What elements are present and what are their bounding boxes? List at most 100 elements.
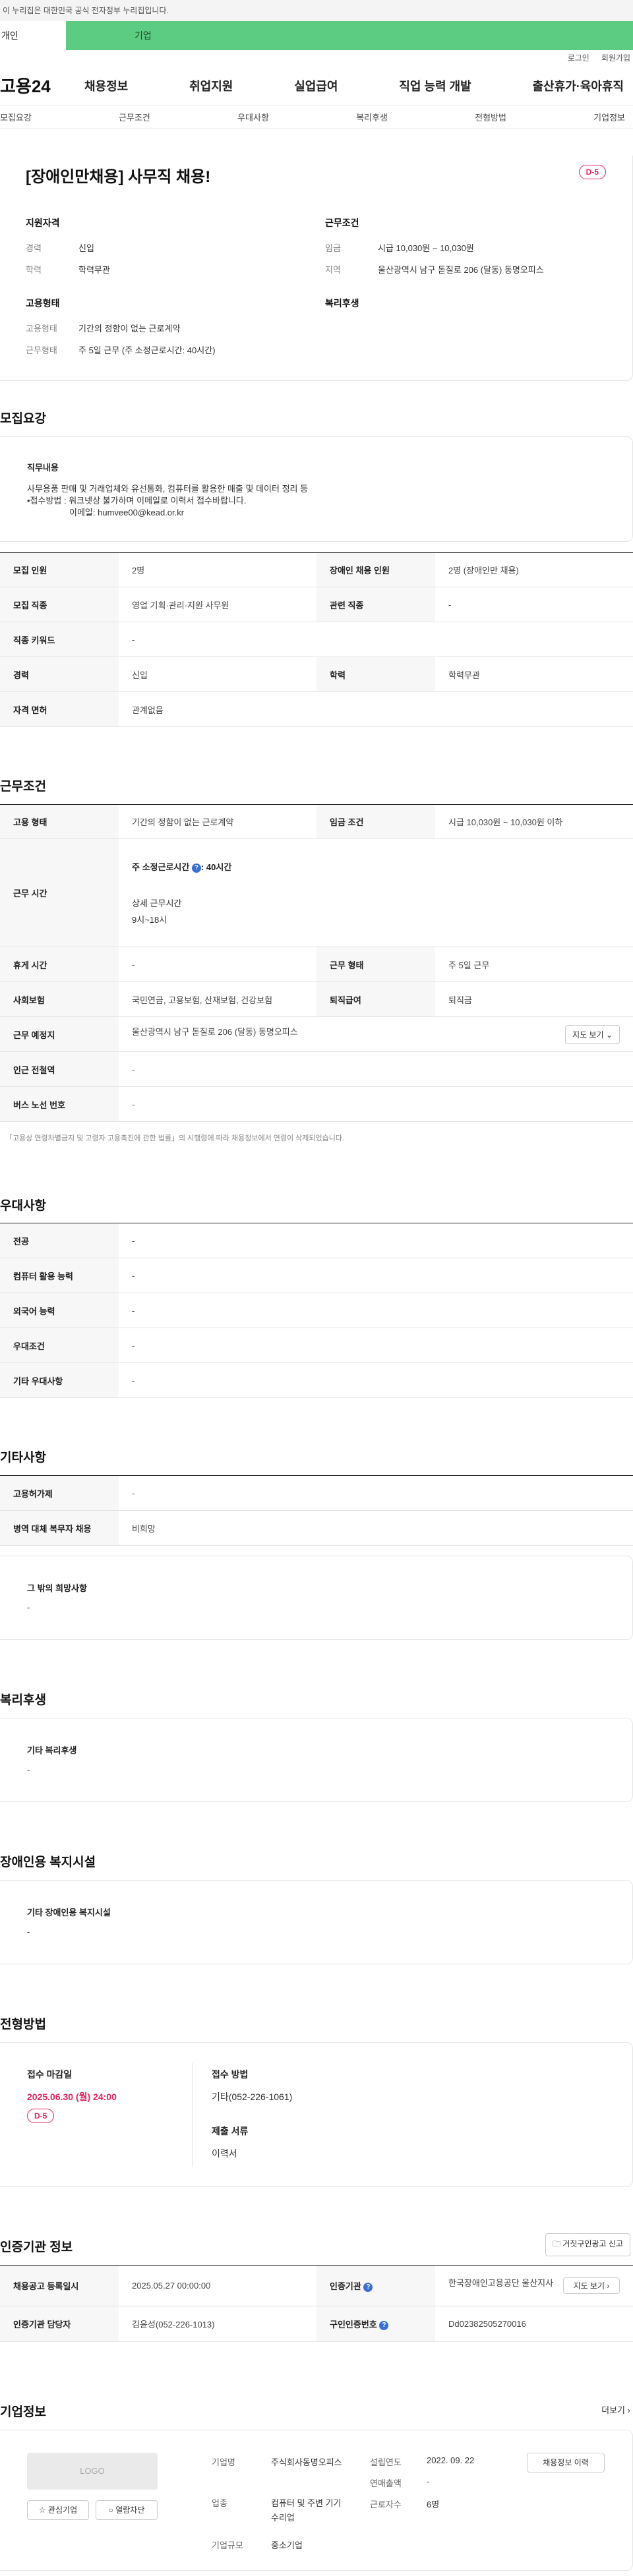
help-icon[interactable]: ? — [379, 2320, 389, 2330]
map-view-button[interactable]: 지도 보기 ⌄ — [565, 1024, 620, 1044]
agency-map-button[interactable]: 지도 보기 › — [563, 2277, 620, 2294]
cell-value: - — [119, 1362, 633, 1398]
region-value: 울산광역시 남구 돋질로 206 (달동) 동명오피스 — [378, 265, 544, 275]
section-anchor-nav: 모집요강 근무조건 우대사항 복리후생 전형방법 기업정보 — [0, 105, 633, 129]
table-row: 고용허가제 - — [0, 1475, 633, 1511]
cell-key: 퇴직급여 — [316, 981, 435, 1017]
cell-value: 김윤성(052-226-1013) — [119, 2306, 316, 2342]
welfare-summary-heading: 복리후생 — [325, 298, 359, 308]
false-ad-report-button[interactable]: 🗀 거짓구인광고 신고 — [545, 2233, 630, 2256]
gnb-item-unemployment-benefit[interactable]: 실업급여 — [294, 77, 338, 94]
cell-key: 인증기관 담당자 — [0, 2306, 119, 2342]
cell-value: - — [119, 1258, 633, 1293]
help-icon[interactable]: ? — [191, 863, 201, 873]
gov-banner: 이 누리집은 대한민국 공식 전자정부 누리집입니다. — [0, 0, 633, 21]
conditions-heading: 근무조건 — [325, 218, 359, 228]
cell-value: 퇴직금 — [435, 981, 633, 1017]
cell-value: 비희망 — [119, 1510, 633, 1546]
emptype-key: 고용형태 — [26, 324, 57, 334]
tab-company[interactable]: 기업 — [66, 21, 633, 50]
table-row: 경력 신입 학력 학력무관 — [0, 657, 633, 692]
disability-facility-heading: 장애인용 복지시설 — [0, 1856, 96, 1869]
cell-key: 인증기관 ? — [316, 2265, 435, 2306]
agency-map-label: 지도 보기 — [573, 2281, 605, 2291]
company-box: LOGO ☆ 관심기업 ○ 열람차단 기업명 주식회사동명오피스 업종 컴퓨터 … — [0, 2430, 633, 2571]
emptype-value: 기간의 정함이 없는 근로계약 — [78, 324, 181, 334]
established-value: 2022. 09. 22 — [427, 2455, 475, 2465]
region-row: 지역 울산광역시 남구 돋질로 206 (달동) 동명오피스 — [325, 263, 615, 276]
cell-key: 우대조건 — [0, 1328, 119, 1363]
duty-line: 사무용품 판매 및 거래업체와 유선통화, 컴퓨터를 활용한 매출 및 데이터 … — [27, 484, 309, 494]
gnb-item-parental-leave[interactable]: 출산휴가·육아휴직 — [533, 77, 624, 94]
anchor-welfare[interactable]: 복리후생 — [356, 111, 388, 123]
work-time-cell: 주 소정근로시간 ?: 40시간 상세 근무시간 9시~18시 — [119, 838, 633, 947]
disability-facility-etc-heading: 기타 장애인용 복지시설 — [27, 1908, 111, 1917]
signup-link[interactable]: 회원가입 — [601, 50, 630, 66]
tab-company-label: 기업 — [135, 30, 152, 41]
favorite-company-label: 관심기업 — [47, 2505, 78, 2515]
recruit-heading: 모집요강 — [0, 412, 46, 426]
sales-key: 연매출액 — [370, 2478, 402, 2488]
anchor-recruit[interactable]: 모집요강 — [0, 111, 32, 123]
table-row: 병역 대체 복무자 채용 비희망 — [0, 1510, 633, 1546]
cell-key: 직종 키워드 — [0, 622, 119, 657]
gnb-menu: 채용정보 취업지원 실업급여 직업 능력 개발 출산휴가·육아휴직 — [84, 77, 633, 94]
wish-value: - — [27, 1602, 30, 1612]
cell-key: 장애인 채용 인원 — [316, 552, 435, 587]
cell-key: 고용허가제 — [0, 1475, 119, 1511]
duty-box: 직무내용 사무용품 판매 및 거래업체와 유선통화, 컴퓨터를 활용한 매출 및… — [0, 436, 633, 542]
cell-value: 2명 — [119, 552, 316, 587]
welfare-etc-heading: 기타 복리후생 — [27, 1745, 77, 1755]
cell-key: 모집 인원 — [0, 552, 119, 587]
duty-line: •접수방법 : 워크넷상 불가하며 이메일로 이력서 접수바랍니다. — [27, 496, 247, 506]
site-logo[interactable]: 고용24 — [0, 73, 84, 98]
tab-personal[interactable]: 개인 — [0, 21, 66, 50]
week-hours-label: 주 소정근로시간 — [132, 862, 190, 872]
duty-heading: 직무내용 — [27, 463, 59, 473]
anchor-work[interactable]: 근무조건 — [119, 111, 150, 123]
cell-key: 휴게 시간 — [0, 947, 119, 982]
cell-value: 2025.05.27 00:00:00 — [119, 2265, 316, 2306]
table-row: 채용공고 등록일시 2025.05.27 00:00:00 인증기관 ? 한국장애인고… — [0, 2265, 633, 2306]
help-icon[interactable]: ? — [363, 2282, 373, 2292]
cell-key: 임금 조건 — [316, 804, 435, 839]
company-more-link[interactable]: 더보기 › — [601, 2403, 630, 2416]
cell-key: 채용공고 등록일시 — [0, 2265, 119, 2306]
gnb-item-jobs[interactable]: 채용정보 — [84, 77, 128, 94]
cell-key: 사회보험 — [0, 981, 119, 1017]
industry-key: 업종 — [212, 2498, 227, 2508]
circle-icon: ○ — [108, 2505, 113, 2515]
cell-key: 전공 — [0, 1223, 119, 1258]
cell-key: 학력 — [316, 657, 435, 692]
hiring-history-button[interactable]: 채용정보 이력 — [527, 2453, 605, 2473]
cell-value: 기간의 정함이 없는 근로계약 — [119, 804, 316, 839]
industry-value: 컴퓨터 및 주변 기기 수리업 — [271, 2498, 342, 2523]
wage-value: 시급 10,030원 ~ 10,030원 — [378, 243, 474, 253]
established-key: 설립연도 — [370, 2457, 402, 2467]
block-view-label: 열람차단 — [115, 2505, 145, 2515]
screening-box: 접수 마감일 2025.06.30 (월) 24:00 D-5 접수 방법 기타… — [0, 2042, 633, 2187]
chevron-right-icon: › — [627, 2405, 630, 2415]
table-row: 인근 전철역 - — [0, 1051, 633, 1087]
login-link[interactable]: 로그인 — [568, 50, 589, 66]
anchor-company[interactable]: 기업정보 — [593, 111, 625, 123]
favorite-company-button[interactable]: ☆ 관심기업 — [27, 2500, 89, 2520]
anchor-screening[interactable]: 전형방법 — [475, 111, 506, 123]
anchor-pref[interactable]: 우대사항 — [237, 111, 269, 123]
docs-value: 이력서 — [212, 2148, 237, 2159]
block-view-button[interactable]: ○ 열람차단 — [96, 2500, 158, 2520]
cell-value: - — [119, 1223, 633, 1258]
gnb-item-skills-development[interactable]: 직업 능력 개발 — [399, 77, 471, 94]
gnb-item-employment-support[interactable]: 취업지원 — [189, 77, 233, 94]
wish-heading: 그 밖의 희망사항 — [27, 1583, 87, 1593]
cell-key: 컴퓨터 활용 능력 — [0, 1258, 119, 1293]
false-ad-report-label: 거짓구인광고 신고 — [562, 2239, 623, 2248]
method-heading: 접수 방법 — [212, 2069, 249, 2080]
pref-table: 전공 - 컴퓨터 활용 능력 - 외국어 능력 - 우대조건 - 기타 우대사항 - — [0, 1223, 633, 1398]
gov-banner-text: 이 누리집은 대한민국 공식 전자정부 누리집입니다. — [3, 6, 169, 15]
worktype-row: 근무형태 주 5일 근무 (주 소정근로시간: 40시간) — [26, 343, 342, 356]
method-value: 기타(052-226-1061) — [212, 2092, 293, 2102]
pref-heading: 우대사항 — [0, 1199, 46, 1213]
welfare-box: 기타 복리후생 - — [0, 1718, 633, 1802]
cell-value: - — [119, 947, 316, 982]
